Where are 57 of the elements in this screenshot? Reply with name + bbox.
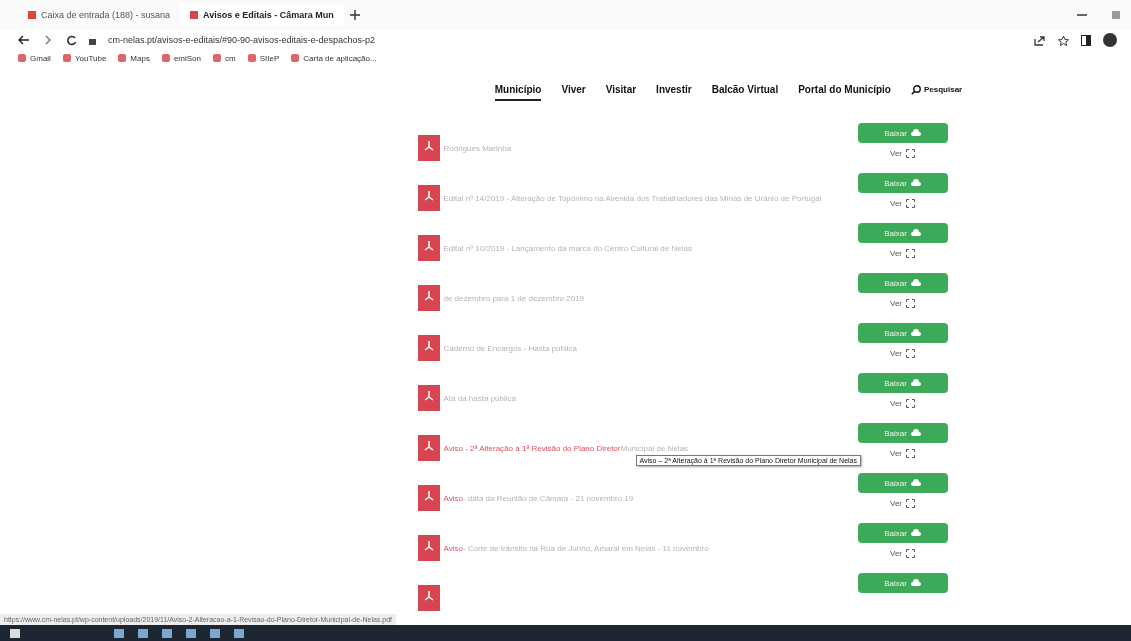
pdf-icon	[417, 185, 440, 211]
cloud-icon	[910, 479, 921, 487]
view-link[interactable]: Ver	[890, 399, 915, 408]
document-title[interactable]: Aviso- data da Reunião de Câmara - 21 novembro 19	[443, 493, 634, 503]
nav-link[interactable]: Balcão Virtual	[711, 84, 779, 101]
profile-icon[interactable]	[1103, 33, 1117, 47]
star-icon[interactable]	[1058, 34, 1069, 46]
pdf-icon	[417, 135, 440, 161]
sidebar-icon[interactable]	[1081, 34, 1091, 46]
cloud-icon	[910, 179, 921, 187]
pdf-icon	[417, 335, 440, 361]
pdf-icon	[417, 285, 440, 311]
browser-tab[interactable]: Caixa de entrada (188) - susana	[18, 4, 181, 26]
share-icon[interactable]	[1034, 34, 1046, 46]
cloud-icon	[910, 379, 921, 387]
browser-tab[interactable]: Avisos e Editais - Câmara Mun	[180, 4, 344, 26]
bookmark[interactable]: YouTube	[62, 53, 107, 63]
cloud-icon	[910, 279, 921, 287]
cloud-icon	[910, 329, 921, 337]
view-link[interactable]: Ver	[890, 249, 915, 258]
pdf-icon	[417, 485, 440, 511]
pdf-icon	[417, 235, 440, 261]
view-link[interactable]: Ver	[890, 499, 915, 508]
bookmark[interactable]: emiSon	[161, 53, 201, 63]
cloud-icon	[910, 579, 921, 587]
bookmark[interactable]: Maps	[118, 53, 150, 63]
view-link[interactable]: Ver	[890, 149, 915, 158]
nav-link[interactable]: Visitar	[605, 84, 637, 101]
bookmark[interactable]: Gmail	[18, 53, 51, 63]
pdf-icon	[417, 535, 440, 561]
address-field[interactable]: cm-nelas.pt/avisos-e-editais/#90-90-avisos-editais-e-despachos-p2	[108, 35, 376, 45]
bookmark[interactable]: Carta de aplicação...	[291, 53, 377, 63]
cloud-icon	[910, 429, 921, 437]
view-link[interactable]: Ver	[890, 449, 915, 458]
pdf-icon	[417, 585, 440, 611]
document-title[interactable]: Aviso - 2ª Alteração à 1ª Revisão do Plano DiretorMunicipal de Nelas	[443, 443, 689, 453]
bookmark[interactable]: cm	[213, 53, 236, 63]
cloud-icon	[910, 529, 921, 537]
view-link[interactable]: Ver	[890, 199, 915, 208]
bookmark[interactable]: SIIeP	[247, 53, 280, 63]
search-link[interactable]: Pesquisar	[911, 84, 963, 95]
nav-link[interactable]: Município	[494, 84, 542, 101]
view-link[interactable]: Ver	[890, 299, 915, 308]
cloud-icon	[910, 229, 921, 237]
document-title[interactable]: Aviso- Corte de trânsito na Rua de Junho, Amaral em Nelas - 11 novembro	[443, 543, 709, 553]
reload-icon[interactable]	[66, 34, 77, 46]
cloud-icon	[910, 129, 921, 137]
pdf-icon	[417, 385, 440, 411]
new-tab-icon[interactable]	[349, 10, 360, 20]
pdf-icon	[417, 435, 440, 461]
nav-link[interactable]: Portal do Município	[798, 84, 891, 101]
search-icon	[911, 84, 921, 95]
view-link[interactable]: Ver	[890, 549, 915, 558]
nav-link[interactable]: Viver	[561, 84, 586, 101]
nav-link[interactable]: Investir	[656, 84, 692, 101]
back-icon[interactable]	[18, 35, 30, 45]
view-link[interactable]: Ver	[890, 349, 915, 358]
